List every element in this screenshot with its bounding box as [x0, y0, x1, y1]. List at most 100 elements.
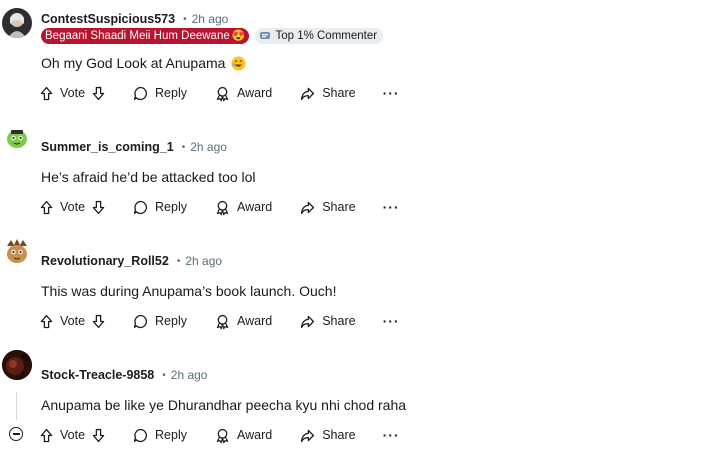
- collapse-thread-button[interactable]: [9, 427, 23, 441]
- vote-count: Vote: [60, 86, 86, 100]
- upvote-icon: [40, 428, 53, 442]
- share-label: Share: [322, 200, 356, 214]
- award-label: Award: [237, 200, 273, 214]
- comment: ContestSuspicious573 • 2h ago Begaani Sh…: [0, 0, 712, 114]
- top-commenter-label: Top 1% Commenter: [275, 30, 378, 42]
- avatar[interactable]: [2, 122, 32, 152]
- avatar-image: [2, 350, 32, 380]
- username[interactable]: Revolutionary_Roll52: [41, 254, 169, 268]
- user-flair: Begaani Shaadi Meii Hum Deewane 😍: [41, 28, 250, 44]
- share-icon: [301, 429, 315, 442]
- award-button[interactable]: Award: [214, 424, 272, 446]
- timestamp[interactable]: 2h ago: [192, 12, 229, 26]
- reply-button[interactable]: Reply: [132, 310, 187, 332]
- award-button[interactable]: Award: [214, 310, 272, 332]
- reply-label: Reply: [155, 314, 187, 328]
- top-commenter-badge: Top 1% Commenter: [255, 28, 384, 44]
- avatar-image: [2, 8, 32, 38]
- heart-eyes-emoji: 😍: [231, 30, 246, 42]
- more-options-button[interactable]: ···: [383, 196, 400, 218]
- award-icon: [216, 200, 229, 215]
- award-icon: [216, 314, 229, 329]
- comment-actions: Vote Reply Award Share ···: [38, 310, 400, 332]
- upvote-button[interactable]: [38, 82, 55, 104]
- upvote-button[interactable]: [38, 424, 55, 446]
- award-label: Award: [237, 86, 273, 100]
- collapse-icon: [12, 433, 20, 435]
- comment-body: He’s afraid he’d be attacked too lol: [41, 168, 256, 186]
- share-button[interactable]: Share: [299, 310, 356, 332]
- more-options-button[interactable]: ···: [383, 424, 400, 446]
- reply-icon: [133, 86, 148, 100]
- award-label: Award: [237, 314, 273, 328]
- reply-button[interactable]: Reply: [132, 82, 187, 104]
- downvote-button[interactable]: [90, 82, 107, 104]
- vote-count: Vote: [60, 314, 86, 328]
- downvote-button[interactable]: [90, 196, 107, 218]
- reply-icon: [133, 314, 148, 328]
- share-icon: [301, 201, 315, 214]
- comment: Revolutionary_Roll52 • 2h ago This was d…: [0, 228, 712, 342]
- comment-text: Oh my God Look at Anupama: [41, 55, 226, 71]
- reply-label: Reply: [155, 200, 187, 214]
- comment-actions: Vote Reply Award Share ···: [38, 196, 400, 218]
- reply-icon: [133, 200, 148, 214]
- avatar[interactable]: [2, 8, 32, 38]
- upvote-icon: [40, 200, 53, 214]
- comment-body: Oh my God Look at Anupama: [41, 54, 246, 72]
- username[interactable]: ContestSuspicious573: [41, 12, 175, 26]
- share-label: Share: [322, 86, 356, 100]
- reply-label: Reply: [155, 86, 187, 100]
- reply-label: Reply: [155, 428, 187, 442]
- comment: Stock-Treacle-9858 • 2h ago Anupama be l…: [0, 342, 712, 456]
- separator-dot: •: [181, 141, 186, 153]
- share-label: Share: [322, 428, 356, 442]
- timestamp[interactable]: 2h ago: [171, 368, 208, 382]
- downvote-icon: [92, 200, 105, 214]
- share-icon: [301, 315, 315, 328]
- share-button[interactable]: Share: [299, 424, 356, 446]
- timestamp[interactable]: 2h ago: [185, 254, 222, 268]
- reply-icon: [133, 428, 148, 442]
- comment-actions: Vote Reply Award Share ···: [38, 82, 400, 104]
- reply-button[interactable]: Reply: [132, 196, 187, 218]
- downvote-icon: [92, 428, 105, 442]
- share-button[interactable]: Share: [299, 196, 356, 218]
- user-flair-text: Begaani Shaadi Meii Hum Deewane: [45, 30, 230, 42]
- more-options-button[interactable]: ···: [383, 82, 400, 104]
- comment-text: This was during Anupama’s book launch. O…: [41, 283, 337, 299]
- downvote-button[interactable]: [90, 310, 107, 332]
- thread-line[interactable]: [16, 392, 17, 420]
- upvote-button[interactable]: [38, 196, 55, 218]
- username[interactable]: Summer_is_coming_1: [41, 140, 174, 154]
- more-options-button[interactable]: ···: [383, 310, 400, 332]
- avatar[interactable]: [2, 236, 32, 266]
- username[interactable]: Stock-Treacle-9858: [41, 368, 154, 382]
- award-label: Award: [237, 428, 273, 442]
- award-button[interactable]: Award: [214, 196, 272, 218]
- award-icon: [216, 86, 229, 101]
- avatar-image: [2, 236, 32, 266]
- separator-dot: •: [162, 369, 166, 381]
- upvote-button[interactable]: [38, 310, 55, 332]
- comment-actions: Vote Reply Award Share ···: [38, 424, 400, 446]
- downvote-button[interactable]: [90, 424, 107, 446]
- comment-body: This was during Anupama’s book launch. O…: [41, 282, 336, 300]
- share-icon: [301, 87, 315, 100]
- comment-badge-icon: [260, 32, 271, 39]
- share-button[interactable]: Share: [299, 82, 356, 104]
- timestamp[interactable]: 2h ago: [190, 140, 227, 154]
- comment: Summer_is_coming_1 • 2h ago He’s afraid …: [0, 114, 712, 228]
- vote-count: Vote: [60, 200, 86, 214]
- separator-dot: •: [176, 255, 181, 267]
- downvote-icon: [92, 86, 105, 100]
- laughing-emoji-icon: [231, 55, 246, 71]
- separator-dot: •: [183, 13, 187, 25]
- reply-button[interactable]: Reply: [132, 424, 187, 446]
- comment-body: Anupama be like ye Dhurandhar peecha kyu…: [41, 396, 406, 414]
- avatar[interactable]: [2, 350, 32, 380]
- upvote-icon: [40, 314, 53, 328]
- upvote-icon: [40, 86, 53, 100]
- award-button[interactable]: Award: [214, 82, 272, 104]
- share-label: Share: [322, 314, 356, 328]
